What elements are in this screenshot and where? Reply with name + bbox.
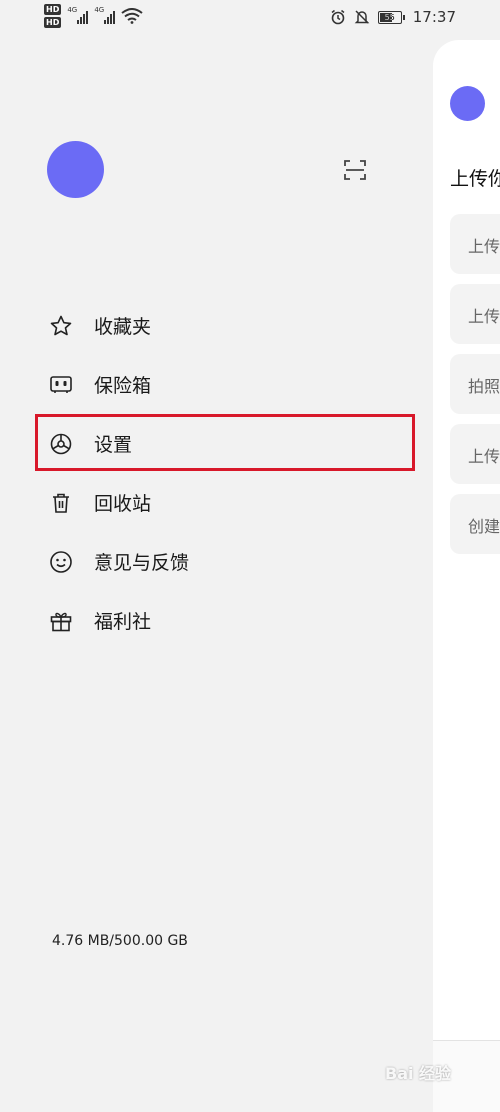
background-panel[interactable]: 上传你 上传 上传 拍照 上传 创建 bbox=[433, 40, 500, 1040]
clock-time: 17:37 bbox=[412, 8, 456, 26]
gift-icon bbox=[48, 608, 74, 634]
battery-level: 55 bbox=[384, 12, 395, 22]
panel-avatar bbox=[450, 86, 485, 121]
status-bar: HD HD 4G 4G 55 17:37 bbox=[0, 0, 500, 38]
panel-card[interactable]: 上传 bbox=[450, 424, 500, 484]
battery-icon: 55 bbox=[377, 10, 405, 24]
wifi-icon bbox=[121, 8, 143, 24]
highlight-box bbox=[35, 414, 415, 471]
menu-item-label: 设置 bbox=[94, 434, 133, 456]
menu-item-label: 福利社 bbox=[94, 611, 152, 633]
menu-item-label: 收藏夹 bbox=[94, 316, 152, 338]
storage-usage: 4.76 MB/500.00 GB bbox=[52, 933, 188, 949]
alarm-icon bbox=[331, 9, 345, 25]
menu-item-label: 意见与反馈 bbox=[94, 552, 190, 574]
menu-item-settings[interactable]: 设置 bbox=[35, 414, 418, 473]
menu-item-feedback[interactable]: 意见与反馈 bbox=[48, 532, 418, 591]
hd-indicators: HD HD bbox=[44, 4, 62, 28]
menu-item-favorites[interactable]: 收藏夹 bbox=[48, 296, 418, 355]
status-left: HD HD 4G 4G bbox=[44, 4, 143, 28]
panel-title: 上传你 bbox=[450, 168, 500, 190]
menu-item-safe[interactable]: 保险箱 bbox=[48, 355, 418, 414]
signal-1-icon: 4G bbox=[67, 6, 89, 24]
drawer-menu: 收藏夹 保险箱 设置 回收站 意见与反馈 福利社 bbox=[35, 296, 418, 650]
trash-icon bbox=[48, 490, 74, 516]
panel-card[interactable]: 创建 bbox=[450, 494, 500, 554]
menu-item-label: 回收站 bbox=[94, 493, 152, 515]
star-icon bbox=[48, 313, 74, 339]
watermark: Bai 经验 bbox=[385, 1064, 452, 1083]
menu-item-label: 保险箱 bbox=[94, 375, 152, 397]
hd-badge: HD bbox=[44, 17, 62, 28]
status-right: 55 17:37 bbox=[330, 8, 456, 26]
panel-card[interactable]: 拍照 bbox=[450, 354, 500, 414]
mute-bell-icon bbox=[354, 10, 370, 24]
settings-icon bbox=[48, 431, 74, 457]
menu-item-trash[interactable]: 回收站 bbox=[48, 473, 418, 532]
safe-icon bbox=[48, 372, 74, 398]
smiley-icon bbox=[48, 549, 74, 575]
panel-card[interactable]: 上传 bbox=[450, 284, 500, 344]
user-avatar[interactable] bbox=[47, 141, 104, 198]
menu-item-welfare[interactable]: 福利社 bbox=[48, 591, 418, 650]
hd-badge: HD bbox=[44, 4, 62, 15]
signal-2-icon: 4G bbox=[94, 6, 116, 24]
scan-icon[interactable] bbox=[344, 159, 366, 181]
panel-card[interactable]: 上传 bbox=[450, 214, 500, 274]
